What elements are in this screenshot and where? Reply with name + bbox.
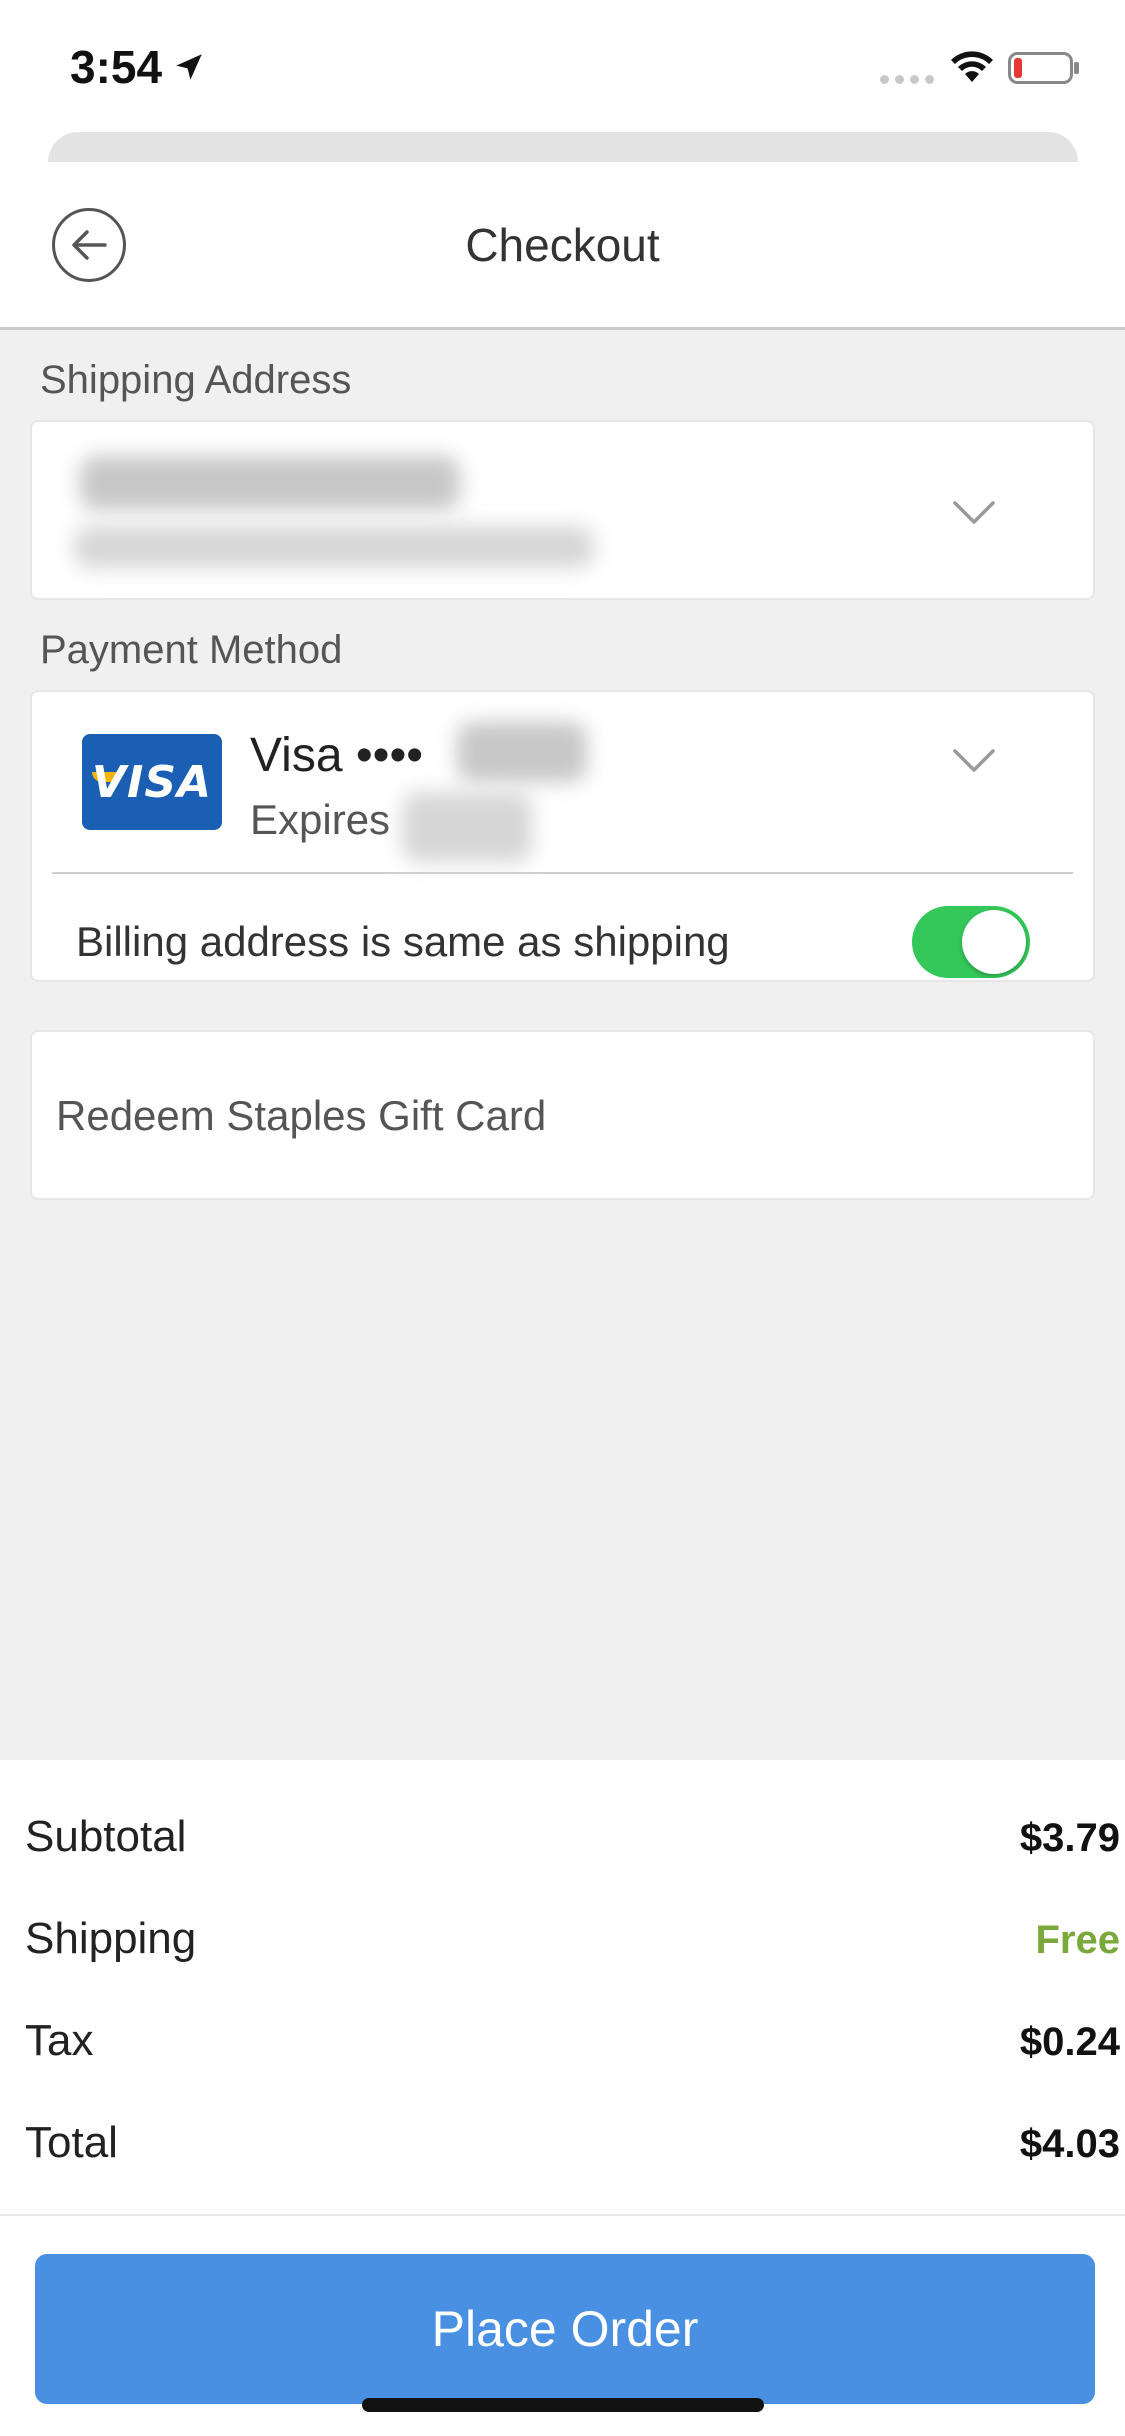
summary-value: Free bbox=[1035, 1918, 1121, 1962]
summary-row-shipping: Shipping Free bbox=[0, 1914, 1125, 1974]
summary-row-subtotal: Subtotal $3.79 bbox=[0, 1812, 1125, 1872]
status-time: 3:54 bbox=[70, 40, 206, 94]
page-title: Checkout bbox=[465, 219, 660, 271]
divider bbox=[52, 872, 1073, 874]
summary-value: $0.24 bbox=[1019, 2020, 1120, 2064]
home-indicator bbox=[362, 2398, 764, 2412]
redacted-shipping-name bbox=[80, 456, 460, 510]
chevron-down-icon[interactable] bbox=[952, 748, 996, 774]
order-summary: Subtotal $3.79 Shipping Free Tax $0.24 T… bbox=[0, 1760, 1125, 2216]
summary-row-total: Total $4.03 bbox=[0, 2118, 1125, 2178]
toggle-knob bbox=[962, 910, 1026, 974]
nav-bar: Checkout bbox=[0, 162, 1125, 330]
checkout-content: Shipping Address Payment Method VISA Vis… bbox=[0, 330, 1125, 1760]
wifi-icon bbox=[951, 51, 993, 82]
billing-same-toggle[interactable] bbox=[912, 906, 1030, 978]
time-text: 3:54 bbox=[70, 41, 163, 93]
summary-label: Subtotal bbox=[25, 1812, 187, 1861]
place-order-button[interactable]: Place Order bbox=[35, 2254, 1095, 2404]
shipping-section-label: Shipping Address bbox=[40, 358, 352, 402]
cellular-signal-icon bbox=[880, 75, 934, 84]
gift-card-row[interactable]: Redeem Staples Gift Card bbox=[30, 1030, 1095, 1200]
card-expiry-label: Expires bbox=[250, 796, 391, 843]
status-bar: 3:54 bbox=[0, 0, 1125, 135]
card-name[interactable]: Visa •••• bbox=[250, 728, 423, 783]
summary-value: $4.03 bbox=[1019, 2122, 1120, 2166]
redacted-card-digits bbox=[457, 722, 587, 782]
battery-icon bbox=[1008, 52, 1079, 84]
redacted-shipping-street bbox=[74, 526, 594, 568]
gift-card-label: Redeem Staples Gift Card bbox=[56, 1092, 547, 1139]
billing-same-label: Billing address is same as shipping bbox=[76, 918, 730, 965]
visa-card-logo: VISA bbox=[82, 734, 222, 830]
summary-label: Total bbox=[25, 2118, 118, 2167]
payment-method-card: VISA Visa •••• Expires Billing address i… bbox=[30, 690, 1095, 982]
summary-label: Tax bbox=[25, 2016, 94, 2065]
sheet-backdrop-edge bbox=[48, 132, 1078, 164]
summary-row-tax: Tax $0.24 bbox=[0, 2016, 1125, 2076]
chevron-down-icon[interactable] bbox=[952, 500, 996, 526]
payment-section-label: Payment Method bbox=[40, 628, 343, 672]
redacted-card-expiry bbox=[402, 792, 532, 862]
shipping-address-card[interactable] bbox=[30, 420, 1095, 600]
location-arrow-icon bbox=[176, 54, 202, 80]
summary-value: $3.79 bbox=[1019, 1816, 1120, 1860]
summary-label: Shipping bbox=[25, 1914, 197, 1963]
